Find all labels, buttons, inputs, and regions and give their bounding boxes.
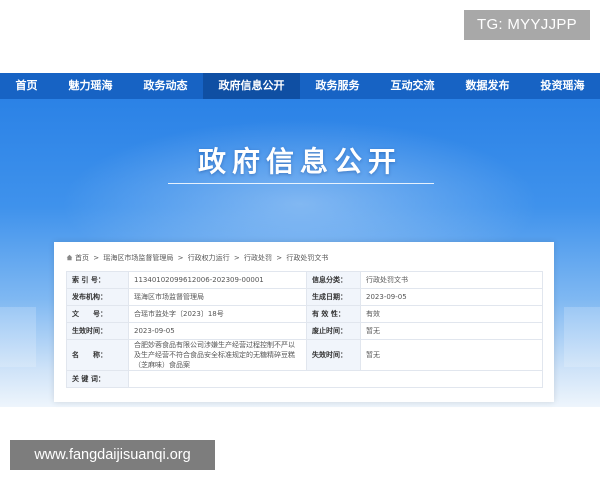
validity-label: 有 效 性： (306, 305, 361, 323)
breadcrumb-sep: > (93, 254, 100, 262)
site-watermark: www.fangdaijisuanqi.org (10, 440, 215, 470)
tg-tag: TG: MYYJJPP (464, 10, 590, 40)
breadcrumb-penalty[interactable]: 行政处罚 (244, 254, 272, 262)
main-nav: 首页 魅力瑶海 政务动态 政府信息公开 政务服务 互动交流 数据发布 投资瑶海 (0, 73, 600, 99)
abolished-label: 废止时间： (306, 322, 361, 340)
name-label: 名 称： (66, 339, 129, 371)
breadcrumb-sep: > (177, 254, 184, 262)
abolished-value: 暂无 (360, 322, 543, 340)
nav-item-disclosure[interactable]: 政府信息公开 (203, 73, 300, 99)
table-row: 名 称： 合肥妙蓉食品有限公司涉嫌生产经营过程控制不严以及生产经营不符合食品安全… (66, 339, 543, 371)
index-value: 11340102099612006-202309-00001 (128, 271, 307, 289)
table-row: 文 号： 合瑶市监处字〔2023〕18号 有 效 性： 有效 (66, 305, 543, 323)
nav-item-news[interactable]: 政务动态 (128, 73, 203, 99)
table-row: 关 键 词： (66, 370, 543, 388)
hero-title: 政府信息公开 (197, 145, 402, 178)
nav-item-invest[interactable]: 投资瑶海 (525, 73, 600, 99)
home-icon (66, 254, 73, 261)
created-label: 生成日期： (306, 288, 361, 306)
created-value: 2023-09-05 (360, 288, 543, 306)
publisher-label: 发布机构： (66, 288, 129, 306)
publisher-value: 瑶海区市场监督管理局 (128, 288, 307, 306)
breadcrumb-bureau[interactable]: 瑶海区市场监督管理局 (103, 254, 173, 262)
info-table: 索 引 号： 11340102099612006-202309-00001 信息… (66, 271, 543, 388)
breadcrumb-sep: > (276, 254, 283, 262)
validity-value: 有效 (360, 305, 543, 323)
nav-item-home[interactable]: 首页 (0, 73, 53, 99)
category-value: 行政处罚文书 (360, 271, 543, 289)
breadcrumb-home[interactable]: 首页 (75, 254, 89, 262)
keywords-label: 关 键 词： (66, 370, 129, 388)
expire-value: 暂无 (360, 339, 543, 371)
breadcrumb-power[interactable]: 行政权力运行 (188, 254, 230, 262)
table-row: 索 引 号： 11340102099612006-202309-00001 信息… (66, 271, 543, 289)
nav-item-charm[interactable]: 魅力瑶海 (53, 73, 128, 99)
breadcrumb: 首页 > 瑶海区市场监督管理局 > 行政权力运行 > 行政处罚 > 行政处罚文书 (66, 253, 330, 263)
name-value: 合肥妙蓉食品有限公司涉嫌生产经营过程控制不严以及生产经营不符合食品安全标准规定的… (128, 339, 307, 371)
nav-item-services[interactable]: 政务服务 (300, 73, 375, 99)
index-label: 索 引 号： (66, 271, 129, 289)
breadcrumb-documents[interactable]: 行政处罚文书 (286, 254, 328, 262)
nav-item-interaction[interactable]: 互动交流 (375, 73, 450, 99)
info-panel: 首页 > 瑶海区市场监督管理局 > 行政权力运行 > 行政处罚 > 行政处罚文书… (54, 242, 554, 402)
nav-item-data[interactable]: 数据发布 (450, 73, 525, 99)
docno-value: 合瑶市监处字〔2023〕18号 (128, 305, 307, 323)
category-label: 信息分类： (306, 271, 361, 289)
expire-label: 失效时间： (306, 339, 361, 371)
effective-value: 2023-09-05 (128, 322, 307, 340)
breadcrumb-sep: > (233, 254, 240, 262)
hero-underline (168, 183, 434, 184)
effective-label: 生效时间： (66, 322, 129, 340)
docno-label: 文 号： (66, 305, 129, 323)
table-row: 生效时间： 2023-09-05 废止时间： 暂无 (66, 322, 543, 340)
table-row: 发布机构： 瑶海区市场监督管理局 生成日期： 2023-09-05 (66, 288, 543, 306)
keywords-value (128, 370, 543, 388)
